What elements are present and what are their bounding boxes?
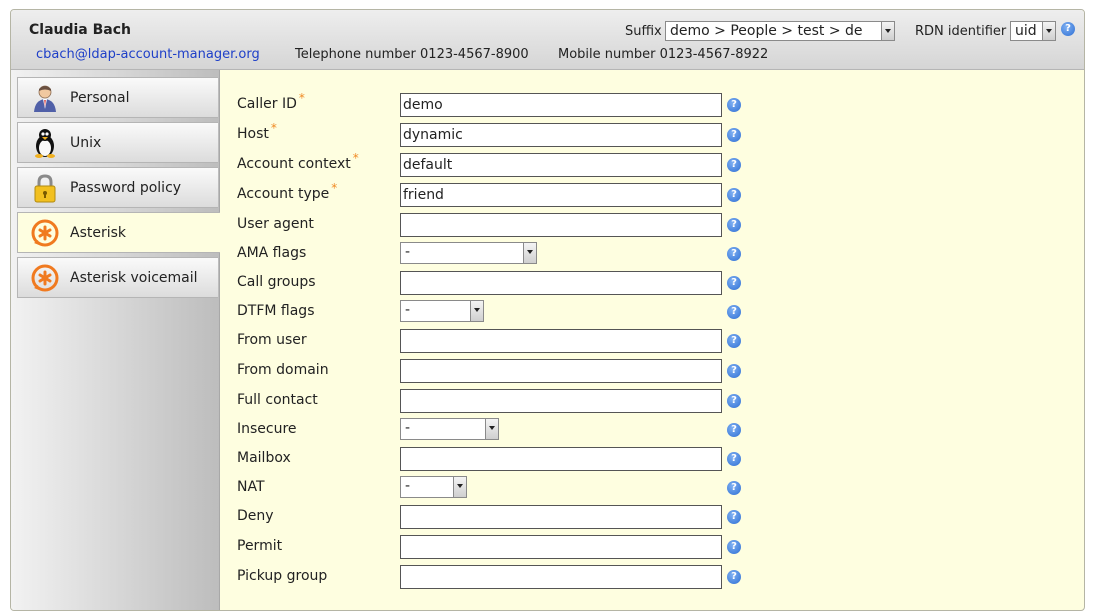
help-icon[interactable]: ? — [727, 452, 741, 466]
nat-label: NAT — [237, 479, 265, 495]
help-icon[interactable]: ? — [727, 394, 741, 408]
tab-password-policy-label: Password policy — [70, 180, 182, 196]
user-agent-label: User agent — [237, 216, 314, 232]
asterisk-icon — [31, 264, 59, 292]
chevron-down-icon — [485, 419, 498, 439]
required-marker: * — [331, 181, 338, 195]
mailbox-label: Mailbox — [237, 450, 291, 466]
caller-id-input[interactable]: demo — [400, 93, 722, 117]
call-groups-label: Call groups — [237, 274, 316, 290]
padlock-icon — [34, 174, 56, 203]
required-marker: * — [352, 151, 359, 165]
help-icon[interactable]: ? — [727, 570, 741, 584]
help-icon[interactable]: ? — [727, 247, 741, 261]
help-icon[interactable]: ? — [727, 510, 741, 524]
user-name: Claudia Bach — [29, 22, 132, 38]
help-icon[interactable]: ? — [727, 481, 741, 495]
asterisk-icon — [31, 219, 59, 247]
deny-input[interactable] — [400, 505, 722, 529]
rdn-label: RDN identifier — [915, 24, 1007, 39]
personal-icon — [34, 85, 56, 112]
rdn-select[interactable]: uid — [1010, 21, 1056, 41]
account-header: Claudia Bach cbach@ldap-account-manager.… — [11, 10, 1084, 70]
help-icon[interactable]: ? — [727, 98, 741, 112]
insecure-select[interactable]: - — [400, 418, 499, 440]
dtfm-flags-label: DTFM flags — [237, 303, 315, 319]
tab-unix[interactable]: Unix — [17, 122, 218, 163]
account-frame: Claudia Bach cbach@ldap-account-manager.… — [10, 9, 1085, 611]
deny-label: Deny — [237, 508, 274, 524]
chevron-down-icon — [453, 477, 466, 497]
tab-unix-label: Unix — [70, 135, 102, 151]
help-icon[interactable]: ? — [727, 218, 741, 232]
permit-label: Permit — [237, 538, 283, 554]
from-domain-input[interactable] — [400, 359, 722, 383]
chevron-down-icon — [881, 22, 894, 40]
tab-asterisk-voicemail-label: Asterisk voicemail — [70, 270, 198, 286]
mailbox-input[interactable] — [400, 447, 722, 471]
tab-personal[interactable]: Personal — [17, 77, 218, 118]
module-sidebar: Personal Unix Password policy Asterisk A… — [11, 70, 220, 610]
suffix-select[interactable]: demo > People > test > de — [665, 21, 895, 41]
account-context-label: Account context * — [237, 151, 359, 172]
full-contact-input[interactable] — [400, 389, 722, 413]
from-user-input[interactable] — [400, 329, 722, 353]
chevron-down-icon — [470, 301, 483, 321]
ama-flags-value: - — [405, 244, 411, 260]
help-icon[interactable]: ? — [727, 305, 741, 319]
help-icon[interactable]: ? — [727, 158, 741, 172]
rdn-select-value: uid — [1015, 23, 1037, 39]
account-type-label: Account type * — [237, 181, 338, 202]
account-context-input[interactable]: default — [400, 153, 722, 177]
call-groups-input[interactable] — [400, 271, 722, 295]
caller-id-label: Caller ID * — [237, 91, 305, 112]
full-contact-label: Full contact — [237, 392, 318, 408]
suffix-label: Suffix — [625, 24, 662, 39]
tux-icon — [35, 129, 55, 158]
tab-asterisk-voicemail[interactable]: Asterisk voicemail — [17, 257, 218, 298]
help-icon[interactable]: ? — [727, 276, 741, 290]
suffix-select-value: demo > People > test > de — [670, 23, 863, 39]
help-icon[interactable]: ? — [727, 364, 741, 378]
tab-personal-label: Personal — [70, 90, 130, 106]
email-link[interactable]: cbach@ldap-account-manager.org — [36, 47, 260, 62]
host-label: Host * — [237, 121, 277, 142]
from-domain-label: From domain — [237, 362, 329, 378]
dtfm-flags-value: - — [405, 302, 411, 318]
help-icon[interactable]: ? — [727, 334, 741, 348]
help-icon[interactable]: ? — [1061, 22, 1075, 36]
help-icon[interactable]: ? — [727, 540, 741, 554]
pickup-group-input[interactable] — [400, 565, 722, 589]
ama-flags-select[interactable]: - — [400, 242, 537, 264]
required-marker: * — [270, 121, 277, 135]
chevron-down-icon — [523, 243, 536, 263]
nat-value: - — [405, 478, 411, 494]
ama-flags-label: AMA flags — [237, 245, 307, 261]
account-type-input[interactable]: friend — [400, 183, 722, 207]
from-user-label: From user — [237, 332, 307, 348]
chevron-down-icon — [1042, 22, 1055, 40]
tab-password-policy[interactable]: Password policy — [17, 167, 218, 208]
pickup-group-label: Pickup group — [237, 568, 328, 584]
tab-asterisk[interactable]: Asterisk — [17, 212, 220, 253]
dtfm-flags-select[interactable]: - — [400, 300, 484, 322]
help-icon[interactable]: ? — [727, 128, 741, 142]
required-marker: * — [298, 91, 305, 105]
nat-select[interactable]: - — [400, 476, 467, 498]
permit-input[interactable] — [400, 535, 722, 559]
user-agent-input[interactable] — [400, 213, 722, 237]
insecure-label: Insecure — [237, 421, 297, 437]
help-icon[interactable]: ? — [727, 188, 741, 202]
help-icon[interactable]: ? — [727, 423, 741, 437]
insecure-value: - — [405, 420, 411, 436]
tab-asterisk-label: Asterisk — [70, 225, 127, 241]
mobile-number: Mobile number 0123-4567-8922 — [558, 47, 769, 62]
telephone-number: Telephone number 0123-4567-8900 — [295, 47, 529, 62]
host-input[interactable]: dynamic — [400, 123, 722, 147]
